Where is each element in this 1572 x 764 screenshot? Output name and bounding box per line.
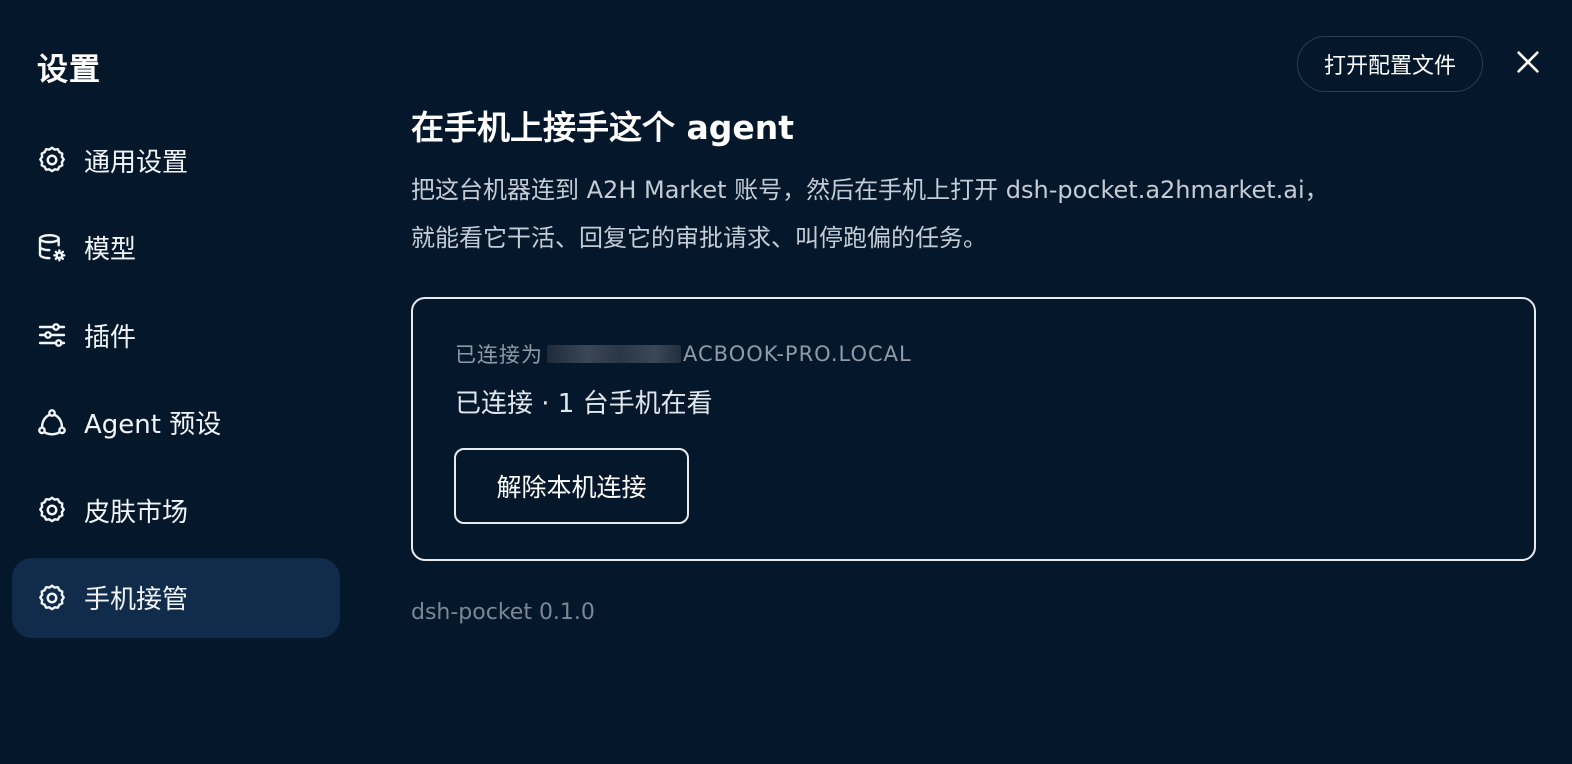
settings-sidebar: 设置 通用设置 模型 插件 Agent 预设 皮肤市场 手机接管 — [0, 0, 352, 764]
database-gear-icon — [36, 232, 68, 264]
page-title: 在手机上接手这个 agent — [411, 108, 795, 147]
gear-icon — [36, 582, 68, 614]
sidebar-title: 设置 — [37, 52, 101, 88]
redacted-hostname — [547, 345, 681, 363]
sidebar-item-label: 插件 — [84, 322, 137, 353]
sidebar-item-general[interactable]: 通用设置 — [12, 120, 340, 200]
sidebar-item-phone-takeover[interactable]: 手机接管 — [12, 557, 340, 638]
sidebar-item-label: 通用设置 — [84, 147, 189, 178]
sliders-icon — [36, 319, 68, 351]
close-icon — [1514, 48, 1542, 80]
sidebar-item-label: 皮肤市场 — [84, 497, 189, 528]
gear-icon — [36, 494, 68, 526]
phone-takeover-panel: 在手机上接手这个 agent 把这台机器连到 A2H Market 账号，然后在… — [411, 104, 1537, 625]
description-line: 把这台机器连到 A2H Market 账号，然后在手机上打开 dsh-pocke… — [411, 176, 1329, 204]
sidebar-item-label: 手机接管 — [84, 585, 189, 616]
agent-nodes-icon — [36, 407, 68, 439]
sidebar-item-label: 模型 — [84, 235, 137, 266]
open-config-file-button[interactable]: 打开配置文件 — [1297, 36, 1483, 92]
connection-status: 已连接 · 1 台手机在看 — [455, 389, 713, 419]
connection-card: 已连接为 ACBOOK-PRO.LOCAL 已连接 · 1 台手机在看 解除本机… — [411, 297, 1536, 561]
sidebar-item-agent-presets[interactable]: Agent 预设 — [12, 383, 340, 463]
settings-window: 设置 通用设置 模型 插件 Agent 预设 皮肤市场 手机接管 打开配置文件 … — [0, 0, 1572, 764]
sidebar-nav: 通用设置 模型 插件 Agent 预设 皮肤市场 手机接管 — [12, 120, 340, 646]
close-button[interactable] — [1508, 44, 1548, 84]
sidebar-item-label: Agent 预设 — [84, 410, 222, 441]
sidebar-item-models[interactable]: 模型 — [12, 208, 340, 288]
sidebar-item-skin-market[interactable]: 皮肤市场 — [12, 470, 340, 550]
connected-as-prefix: 已连接为 — [455, 343, 543, 367]
version-label: dsh-pocket 0.1.0 — [411, 600, 595, 625]
sidebar-item-plugins[interactable]: 插件 — [12, 295, 340, 375]
description-line: 就能看它干活、回复它的审批请求、叫停跑偏的任务。 — [411, 224, 987, 252]
connected-host: ACBOOK-PRO.LOCAL — [683, 342, 912, 366]
page-description: 把这台机器连到 A2H Market 账号，然后在手机上打开 dsh-pocke… — [411, 166, 1537, 262]
gear-icon — [36, 144, 68, 176]
disconnect-button[interactable]: 解除本机连接 — [454, 448, 689, 524]
connected-as-text: 已连接为 ACBOOK-PRO.LOCAL — [455, 339, 912, 369]
